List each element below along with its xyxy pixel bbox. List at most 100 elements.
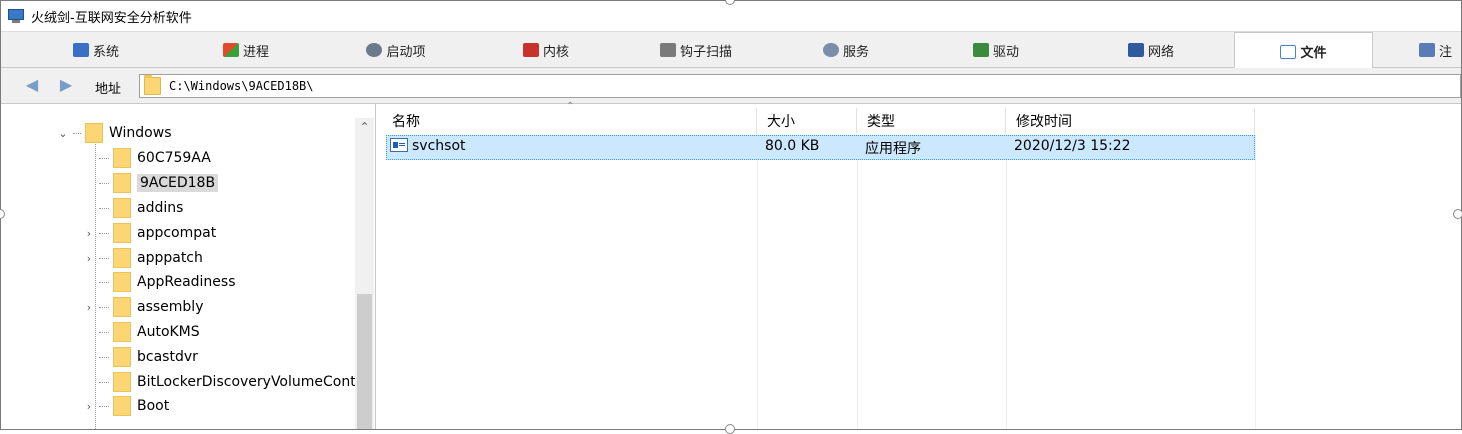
tree-item-label: assembly — [137, 299, 204, 315]
tree-item[interactable]: › apppatch — [83, 246, 203, 270]
forward-arrow-icon[interactable]: ▶ — [57, 77, 75, 93]
chevron-right-icon[interactable]: › — [83, 252, 95, 265]
column-header-type[interactable]: 类型 — [857, 108, 1006, 134]
folder-icon — [113, 248, 131, 268]
folder-icon — [113, 297, 131, 317]
column-label: 大小 — [767, 114, 795, 130]
tree-scrollbar[interactable]: ⌃ — [355, 118, 374, 429]
column-header-modified[interactable]: 修改时间 — [1006, 108, 1255, 134]
tab-system[interactable]: 系统 — [11, 32, 181, 68]
tree-item-label: 9ACED18B — [137, 174, 219, 192]
tree-item[interactable]: 60C759AA — [83, 146, 211, 170]
scroll-thumb[interactable] — [357, 294, 372, 429]
tree-item[interactable]: bcastdvr — [83, 345, 198, 369]
tree-item[interactable]: AutoKMS — [83, 320, 200, 344]
tree-item-label: 60C759AA — [137, 150, 211, 166]
tree-item-label: AppReadiness — [137, 274, 236, 290]
title-bar: 火绒剑-互联网安全分析软件 — [1, 1, 1461, 31]
service-icon — [822, 43, 839, 57]
tree-item-selected[interactable]: 9ACED18B — [83, 171, 219, 195]
folder-icon — [113, 198, 131, 218]
chevron-right-icon[interactable]: › — [83, 301, 95, 314]
system-icon — [72, 43, 89, 57]
folder-icon — [113, 372, 131, 392]
tree-item-label: addins — [137, 200, 184, 216]
resize-handle[interactable] — [1453, 209, 1462, 219]
tab-label: 驱动 — [992, 44, 1019, 60]
folder-icon — [113, 223, 131, 243]
tab-label: 服务 — [842, 44, 869, 60]
tree-item-label: BitLockerDiscoveryVolumeConte — [137, 374, 365, 390]
hook-icon — [659, 43, 676, 57]
file-icon — [1280, 44, 1297, 59]
file-name-cell[interactable]: svchsot — [390, 138, 466, 154]
chevron-right-icon[interactable]: › — [83, 227, 95, 240]
main-tab-bar: 系统 进程 启动项 内核 钩子扫描 服务 驱动 网络 文件 注 — [1, 31, 1461, 70]
tree-item-label: Boot — [137, 398, 170, 414]
folder-icon — [113, 322, 131, 342]
file-type-cell: 应用程序 — [865, 141, 921, 157]
tree-item[interactable]: addins — [83, 196, 183, 220]
folder-icon — [85, 123, 103, 143]
tab-kernel[interactable]: 内核 — [461, 32, 631, 68]
tree-item-label: Windows — [109, 125, 172, 141]
network-icon — [1127, 43, 1144, 57]
folder-icon — [113, 396, 131, 416]
folder-tree: ⌄ Windows 60C759AA 9ACED18B addins › app… — [1, 104, 376, 429]
folder-icon — [113, 347, 131, 367]
tree-item-label: bcastdvr — [137, 349, 198, 365]
app-monitor-icon — [7, 9, 25, 23]
column-label: 名称 — [392, 114, 420, 130]
tab-file[interactable]: 文件 — [1234, 32, 1373, 70]
kernel-icon — [522, 43, 539, 57]
address-label: 地址 — [95, 82, 122, 97]
tree-item-label: AutoKMS — [137, 324, 200, 340]
tab-label: 启动项 — [386, 44, 426, 60]
resize-handle[interactable] — [725, 424, 735, 434]
tab-registry[interactable]: 注 — [1401, 32, 1461, 68]
tree-item[interactable]: BitLockerDiscoveryVolumeConte — [83, 370, 364, 394]
address-bar: ◀ ▶ 地址 C:\Windows\9ACED18B\ — [1, 68, 1461, 104]
column-label: 类型 — [867, 114, 895, 130]
driver-icon — [972, 43, 989, 57]
tab-label: 进程 — [242, 44, 269, 60]
file-list: ⌃ 名称 大小 类型 修改时间 svchsot 80.0 KB 应用程序 202… — [382, 101, 1461, 429]
startup-icon — [366, 43, 383, 57]
file-modified-cell: 2020/12/3 15:22 — [1014, 138, 1131, 154]
scroll-up-icon[interactable]: ⌃ — [355, 120, 374, 138]
file-size-cell: 80.0 KB — [765, 138, 820, 154]
tree-item-windows[interactable]: ⌄ Windows — [57, 121, 172, 145]
address-value: C:\Windows\9ACED18B\ — [169, 79, 314, 93]
back-arrow-icon[interactable]: ◀ — [23, 77, 41, 93]
chevron-right-icon[interactable]: › — [83, 400, 95, 413]
tree-item[interactable]: › assembly — [83, 295, 203, 319]
column-header-name[interactable]: 名称 — [382, 108, 757, 134]
column-label: 修改时间 — [1016, 114, 1072, 130]
tab-hook-scan[interactable]: 钩子扫描 — [611, 32, 781, 68]
column-header-size[interactable]: 大小 — [757, 108, 857, 134]
tab-startup[interactable]: 启动项 — [311, 32, 481, 68]
tree-item-label: appcompat — [137, 225, 217, 241]
tab-network[interactable]: 网络 — [1066, 32, 1236, 68]
folder-icon — [113, 148, 131, 168]
application-icon — [390, 138, 408, 152]
tree-item[interactable]: › Boot — [83, 394, 169, 418]
app-window: 火绒剑-互联网安全分析软件 系统 进程 启动项 内核 钩子扫描 服务 驱动 网络… — [0, 0, 1462, 430]
tab-label: 系统 — [92, 44, 119, 60]
registry-icon — [1419, 43, 1435, 57]
process-icon — [222, 43, 239, 57]
folder-icon — [144, 75, 161, 95]
address-input[interactable]: C:\Windows\9ACED18B\ — [139, 74, 1461, 98]
tab-process[interactable]: 进程 — [161, 32, 331, 68]
tab-driver[interactable]: 驱动 — [911, 32, 1081, 68]
folder-icon — [113, 272, 131, 292]
tree-item[interactable]: AppReadiness — [83, 270, 236, 294]
file-name: svchsot — [412, 138, 466, 154]
window-title: 火绒剑-互联网安全分析软件 — [31, 10, 192, 26]
tab-label: 内核 — [542, 44, 569, 60]
tree-item[interactable]: › appcompat — [83, 221, 216, 245]
folder-icon — [113, 173, 131, 193]
chevron-down-icon[interactable]: ⌄ — [57, 127, 69, 140]
tab-service[interactable]: 服务 — [761, 32, 931, 68]
tab-label: 网络 — [1147, 44, 1174, 60]
